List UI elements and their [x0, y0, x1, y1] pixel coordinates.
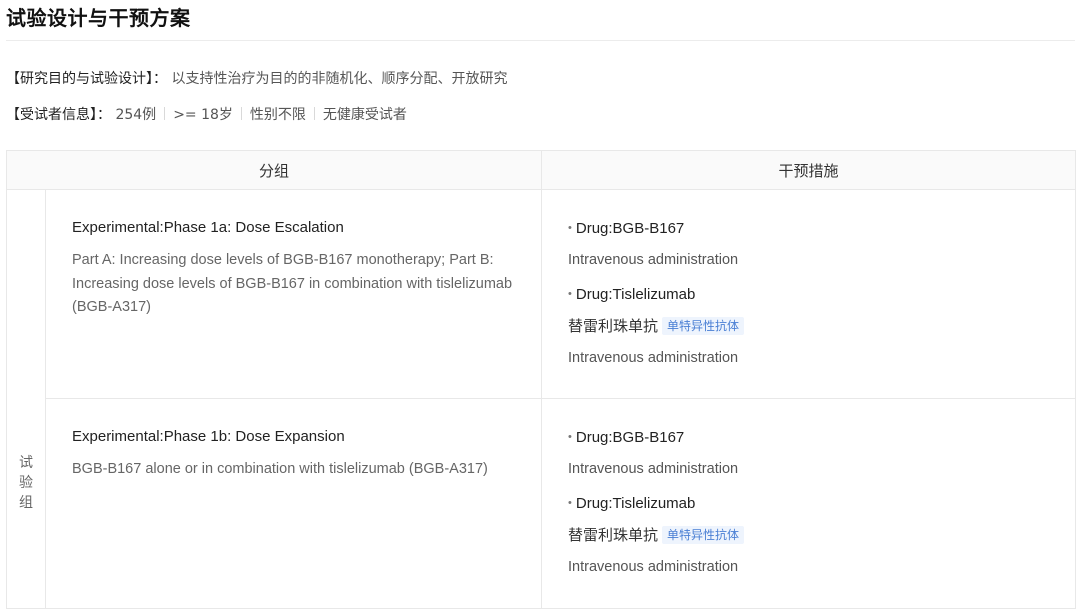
subject-count: 254例: [115, 107, 157, 123]
drug-route: Intravenous administration: [568, 350, 739, 366]
arm-description: BGB-B167 alone or in combination with ti…: [72, 461, 488, 477]
drug-chinese-name: 替雷利珠单抗: [568, 526, 659, 544]
arm-title: Experimental:Phase 1b: Dose Expansion: [72, 428, 345, 445]
bullet-icon: •: [568, 222, 572, 234]
divider: [164, 107, 166, 120]
study-purpose-value: 以支持性治疗为目的的非随机化、顺序分配、开放研究: [171, 71, 508, 87]
bullet-icon: •: [568, 431, 572, 443]
drug-route: Intravenous administration: [568, 461, 739, 477]
drug-item: • Drug:BGB-B167 Intravenous administratio…: [568, 218, 1055, 270]
study-purpose-key: 【研究目的与试验设计】：: [6, 71, 167, 87]
drug-type-tag: 单特异性抗体: [662, 526, 745, 544]
group-label: 试 验 组: [6, 189, 46, 609]
subject-info-key: 【受试者信息】：: [6, 107, 111, 123]
arm-cell: Experimental:Phase 1a: Dose Escalation P…: [44, 189, 543, 399]
arm-title: Experimental:Phase 1a: Dose Escalation: [72, 219, 344, 236]
drug-name: Drug:BGB-B167: [575, 220, 685, 237]
drug-name: Drug:Tislelizumab: [575, 286, 696, 303]
divider: [240, 107, 242, 120]
arm-description: Part A: Increasing dose levels of BGB-B1…: [72, 252, 513, 315]
subject-gender: 性别不限: [249, 107, 306, 123]
arm-cell: Experimental:Phase 1b: Dose Expansion BG…: [44, 398, 543, 609]
drug-name: Drug:Tislelizumab: [575, 495, 696, 512]
intervention-cell: • Drug:BGB-B167 Intravenous administratio…: [541, 189, 1077, 399]
header-group: 分组: [5, 150, 543, 190]
drug-item: • Drug:Tislelizumab 替雷利珠单抗 单特异性抗体 Intraven…: [568, 493, 1055, 577]
section-title: 试验设计与干预方案: [6, 6, 191, 30]
divider: [313, 107, 315, 120]
drug-route: Intravenous administration: [568, 252, 739, 268]
subject-age: >= 18岁: [173, 107, 233, 123]
bullet-icon: •: [568, 497, 572, 509]
drug-route: Intravenous administration: [568, 559, 739, 575]
header-intervention: 干预措施: [541, 150, 1077, 190]
subject-healthy-volunteers: 无健康受试者: [322, 107, 407, 123]
table-row: Experimental:Phase 1b: Dose Expansion BG…: [7, 398, 1077, 609]
drug-name: Drug:BGB-B167: [575, 429, 685, 446]
drug-type-tag: 单特异性抗体: [662, 317, 745, 335]
drug-item: • Drug:Tislelizumab 替雷利珠单抗 单特异性抗体 Intraven…: [568, 284, 1055, 368]
intervention-cell: • Drug:BGB-B167 Intravenous administratio…: [541, 398, 1077, 609]
drug-chinese-name: 替雷利珠单抗: [568, 317, 659, 335]
table-row: 试 验 组 Experimental:Phase 1a: Dose Escala…: [6, 189, 1077, 609]
drug-item: • Drug:BGB-B167 Intravenous administratio…: [568, 427, 1055, 479]
study-purpose-line: 【研究目的与试验设计】： 以支持性治疗为目的的非随机化、顺序分配、开放研究: [6, 68, 507, 88]
title-divider: [6, 40, 1075, 41]
design-table: 分组 干预措施 试 验 组 Experimental:Phase 1a: Dos…: [5, 150, 1077, 609]
subject-info-line: 【受试者信息】： 254例 >= 18岁 性别不限 无健康受试者: [6, 104, 407, 124]
bullet-icon: •: [568, 288, 572, 300]
